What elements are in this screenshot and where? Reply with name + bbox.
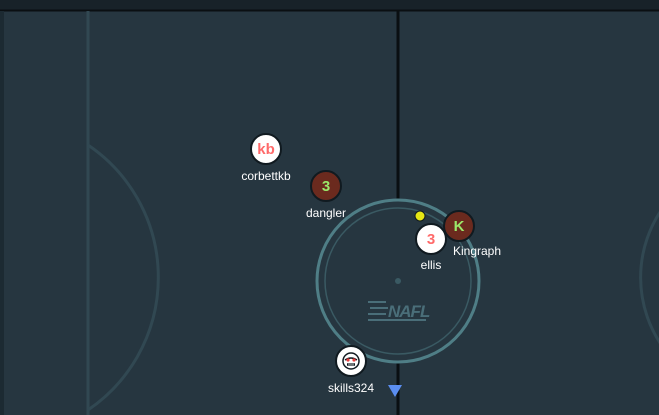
- player-token[interactable]: 3: [310, 170, 342, 202]
- center-dot: [395, 278, 401, 284]
- faceoff-arc-left: [87, 143, 160, 412]
- puck: [414, 210, 426, 222]
- left-boards: [0, 11, 4, 415]
- game-stage: NAFL kb corbettkb 3 dangler K Kingraph 3…: [0, 0, 659, 415]
- player-token[interactable]: [335, 345, 367, 377]
- player-name: ellis: [420, 258, 442, 272]
- player-token[interactable]: kb: [250, 133, 282, 165]
- player-name: corbettkb: [241, 169, 291, 183]
- player-name: dangler: [305, 206, 347, 220]
- logo-text: NAFL: [388, 302, 430, 321]
- masked-face-icon: [342, 352, 360, 370]
- player-token[interactable]: 3: [415, 223, 447, 255]
- player-token[interactable]: K: [443, 210, 475, 242]
- top-boards: [0, 0, 659, 11]
- player-name: skills324: [327, 381, 375, 395]
- faceoff-arc-right: [639, 210, 659, 345]
